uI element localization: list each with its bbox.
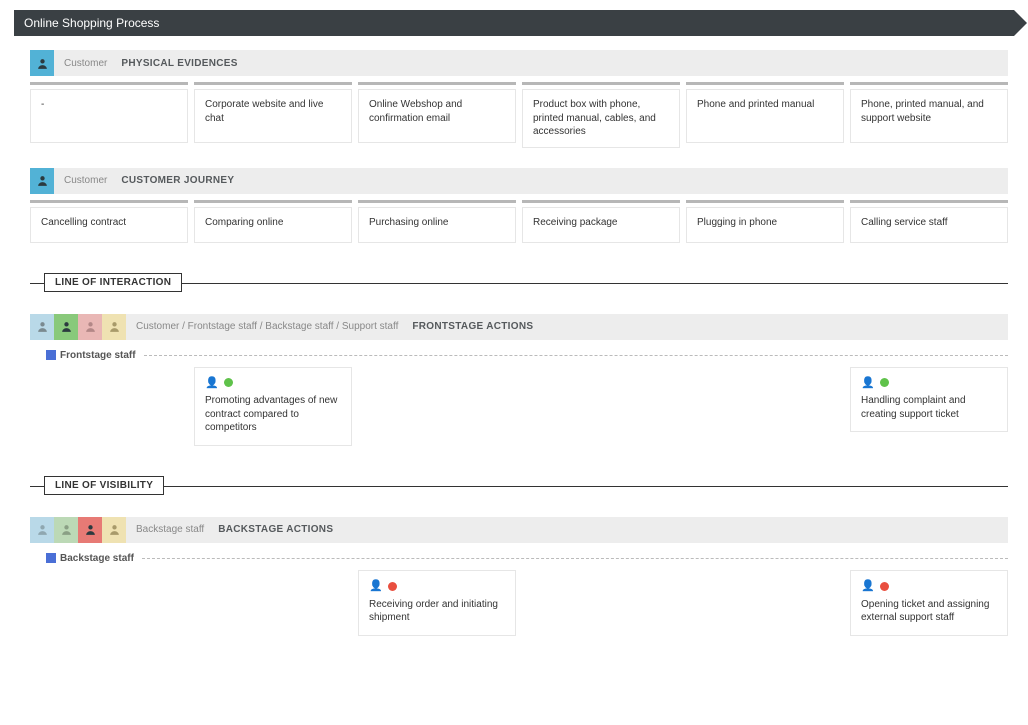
evidence-card[interactable]: Product box with phone, printed manual, … [522, 89, 680, 148]
line-of-visibility: LINE OF VISIBILITY [30, 476, 1008, 495]
evidence-card[interactable]: Phone, printed manual, and support websi… [850, 89, 1008, 143]
journey-card[interactable]: Calling service staff [850, 207, 1008, 243]
sublane-dashes [142, 558, 1008, 559]
sublane-backstage: Backstage staff [30, 553, 1008, 564]
sublane-frontstage: Frontstage staff [30, 350, 1008, 361]
lane-role: Backstage staff [136, 524, 204, 535]
evidence-card[interactable]: Corporate website and live chat [194, 89, 352, 143]
lane-physical-evidences: Customer PHYSICAL EVIDENCES - Corporate … [30, 50, 1008, 148]
journey-card[interactable]: Receiving package [522, 207, 680, 243]
sublane-label: Frontstage staff [60, 350, 136, 361]
frontstage-row: 👤 Promoting advantages of new contract c… [30, 367, 1008, 446]
sublane-marker-icon [46, 350, 56, 360]
lane-frontstage-actions: Customer / Frontstage staff / Backstage … [30, 314, 1008, 446]
process-title: Online Shopping Process [24, 16, 159, 30]
evidence-card[interactable]: Phone and printed manual [686, 89, 844, 143]
frontstage-card-text: Promoting advantages of new contract com… [205, 395, 337, 433]
backstage-card-text: Receiving order and initiating shipment [369, 599, 498, 624]
status-dot-icon [224, 378, 233, 387]
person-icon: 👤 [369, 579, 383, 594]
lane-title: FRONTSTAGE ACTIONS [412, 321, 533, 332]
journey-card[interactable]: Purchasing online [358, 207, 516, 243]
frontstage-staff-icon [54, 314, 78, 340]
evidence-card[interactable]: Online Webshop and confirmation email [358, 89, 516, 143]
lane-title: BACKSTAGE ACTIONS [218, 524, 333, 535]
person-icon: 👤 [861, 376, 875, 391]
backstage-row: 👤 Receiving order and initiating shipmen… [30, 570, 1008, 636]
backstage-card[interactable]: 👤 Opening ticket and assigning external … [850, 570, 1008, 636]
status-dot-icon [880, 378, 889, 387]
lane-backstage-actions: Backstage staff BACKSTAGE ACTIONS Backst… [30, 517, 1008, 636]
journey-card[interactable]: Comparing online [194, 207, 352, 243]
lane-header: Backstage staff BACKSTAGE ACTIONS [30, 517, 1008, 543]
customer-icon [30, 314, 54, 340]
backstage-card[interactable]: 👤 Receiving order and initiating shipmen… [358, 570, 516, 636]
frontstage-card[interactable]: 👤 Promoting advantages of new contract c… [194, 367, 352, 446]
person-icon: 👤 [205, 376, 219, 391]
person-icon: 👤 [861, 579, 875, 594]
lane-header: Customer / Frontstage staff / Backstage … [30, 314, 1008, 340]
journey-card[interactable]: Plugging in phone [686, 207, 844, 243]
sublane-dashes [144, 355, 1008, 356]
backstage-card-text: Opening ticket and assigning external su… [861, 599, 989, 624]
backstage-staff-icon [78, 314, 102, 340]
sublane-marker-icon [46, 553, 56, 563]
status-dot-icon [880, 582, 889, 591]
sublane-label: Backstage staff [60, 553, 134, 564]
evidence-card[interactable]: - [30, 89, 188, 143]
frontstage-card-text: Handling complaint and creating support … [861, 395, 966, 420]
lane-title: CUSTOMER JOURNEY [121, 175, 234, 186]
separator-label: LINE OF INTERACTION [44, 273, 182, 292]
customer-icon [30, 50, 54, 76]
lane-role: Customer / Frontstage staff / Backstage … [136, 321, 398, 332]
status-dot-icon [388, 582, 397, 591]
lane-role: Customer [64, 175, 107, 186]
separator-label: LINE OF VISIBILITY [44, 476, 164, 495]
frontstage-staff-icon [54, 517, 78, 543]
customer-icon [30, 168, 54, 194]
line-of-interaction: LINE OF INTERACTION [30, 273, 1008, 292]
journey-row: Cancelling contract Comparing online Pur… [30, 200, 1008, 243]
lane-header: Customer CUSTOMER JOURNEY [30, 168, 1008, 194]
lane-title: PHYSICAL EVIDENCES [121, 58, 237, 69]
lane-header: Customer PHYSICAL EVIDENCES [30, 50, 1008, 76]
support-staff-icon [102, 517, 126, 543]
backstage-staff-icon [78, 517, 102, 543]
customer-icon [30, 517, 54, 543]
frontstage-card[interactable]: 👤 Handling complaint and creating suppor… [850, 367, 1008, 433]
lane-customer-journey: Customer CUSTOMER JOURNEY Cancelling con… [30, 168, 1008, 243]
journey-card[interactable]: Cancelling contract [30, 207, 188, 243]
process-header: Online Shopping Process [14, 10, 1014, 36]
support-staff-icon [102, 314, 126, 340]
lane-role: Customer [64, 58, 107, 69]
evidence-row: - Corporate website and live chat Online… [30, 82, 1008, 148]
